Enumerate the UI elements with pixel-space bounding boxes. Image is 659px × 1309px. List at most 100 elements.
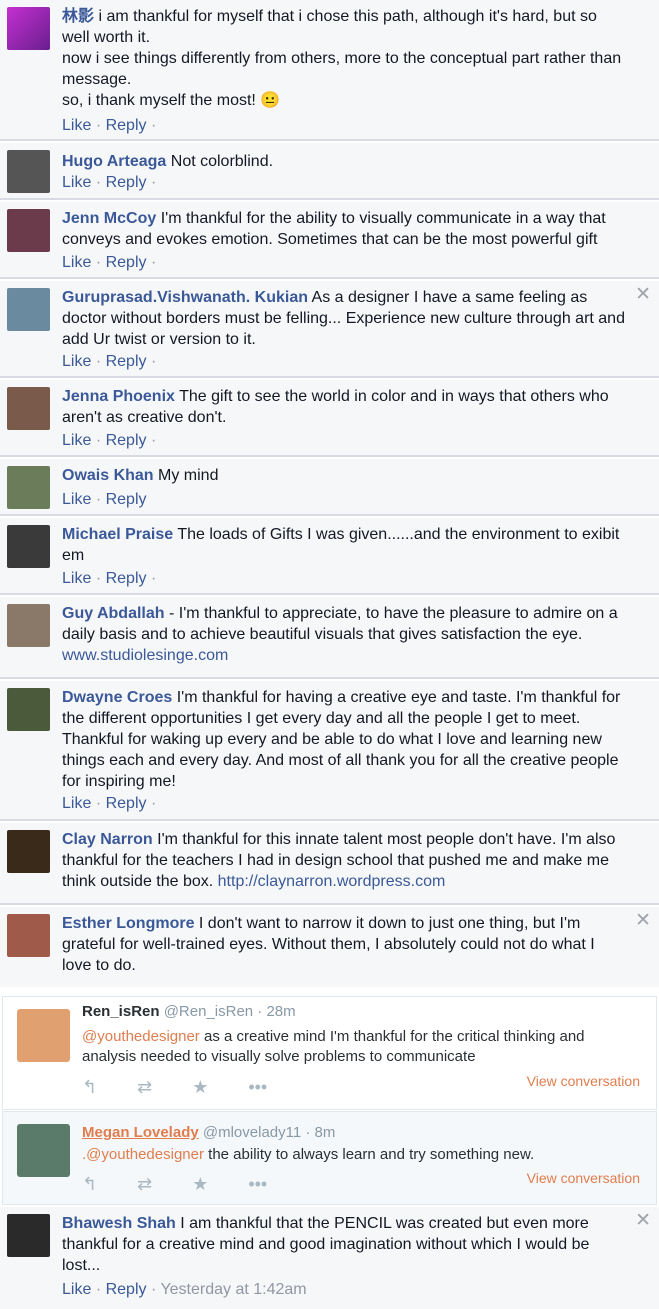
comment-actions: Like · Reply · Yesterday at 1:42am [62, 1281, 307, 1299]
separator: · [95, 117, 102, 134]
separator: · [150, 174, 157, 191]
reply-link[interactable]: Reply [106, 254, 147, 271]
view-conversation-link[interactable]: View conversation [527, 1073, 640, 1089]
comment: Hugo Arteaga Not colorblind. Like · Repl… [0, 143, 659, 200]
comment-body: Guruprasad.Vishwanath. Kukian As a desig… [62, 287, 627, 350]
tweet-handle[interactable]: @Ren_isRen · 28m [164, 1003, 296, 1020]
comment: Michael Praise The loads of Gifts I was … [0, 518, 659, 595]
avatar[interactable] [7, 7, 50, 50]
retweet-icon[interactable]: ⇄ [137, 1174, 152, 1195]
avatar[interactable] [7, 830, 50, 873]
like-link[interactable]: Like [62, 570, 91, 587]
separator: · [150, 1281, 157, 1298]
commenter-name[interactable]: Dwayne Croes [62, 689, 172, 706]
close-icon[interactable]: ✕ [635, 911, 651, 930]
avatar[interactable] [7, 1214, 50, 1257]
like-link[interactable]: Like [62, 491, 91, 508]
comment-body: Bhawesh Shah I am thankful that the PENC… [62, 1213, 627, 1276]
tweet-author[interactable]: Megan Lovelady [82, 1124, 199, 1141]
mention-link[interactable]: .@youthedesigner [82, 1146, 204, 1163]
like-link[interactable]: Like [62, 353, 91, 370]
separator: · [150, 254, 157, 271]
commenter-name[interactable]: 林影 [62, 8, 94, 25]
avatar[interactable] [17, 1124, 70, 1177]
avatar[interactable] [7, 209, 50, 252]
avatar[interactable] [7, 914, 50, 957]
reply-link[interactable]: Reply [106, 1281, 147, 1298]
comment-text: Not colorblind. [166, 153, 274, 170]
commenter-name[interactable]: Jenna Phoenix [62, 388, 175, 405]
more-icon[interactable]: ••• [248, 1174, 267, 1195]
separator: · [95, 795, 102, 812]
commenter-name[interactable]: Clay Narron [62, 831, 153, 848]
avatar[interactable] [7, 387, 50, 430]
commenter-name[interactable]: Guy Abdallah [62, 605, 165, 622]
website-link[interactable]: http://claynarron.wordpress.com [218, 873, 446, 890]
retweet-icon[interactable]: ⇄ [137, 1077, 152, 1098]
close-icon[interactable]: ✕ [635, 1211, 651, 1230]
tweet-header: Megan Lovelady @mlovelady11 · 8m [82, 1124, 335, 1141]
comment-body: Esther Longmore I don't want to narrow i… [62, 913, 627, 976]
reply-link[interactable]: Reply [106, 795, 147, 812]
commenter-name[interactable]: Guruprasad.Vishwanath. Kukian [62, 289, 308, 306]
like-link[interactable]: Like [62, 1281, 91, 1298]
reply-icon[interactable]: ↰ [82, 1077, 97, 1098]
view-conversation-link[interactable]: View conversation [527, 1170, 640, 1186]
comment: ✕ Esther Longmore I don't want to narrow… [0, 907, 659, 987]
separator: · [95, 491, 102, 508]
avatar[interactable] [17, 1009, 70, 1062]
commenter-name[interactable]: Jenn McCoy [62, 210, 156, 227]
reply-link[interactable]: Reply [106, 570, 147, 587]
comment-actions: Like · Reply · [62, 117, 156, 135]
comments-feed: 林影 i am thankful for myself that i chose… [0, 0, 659, 1309]
commenter-name[interactable]: Esther Longmore [62, 915, 194, 932]
avatar[interactable] [7, 288, 50, 331]
like-link[interactable]: Like [62, 174, 91, 191]
like-link[interactable]: Like [62, 254, 91, 271]
timestamp[interactable]: Yesterday at 1:42am [160, 1281, 306, 1298]
favorite-icon[interactable]: ★ [192, 1077, 208, 1098]
reply-link[interactable]: Reply [106, 491, 147, 508]
commenter-name[interactable]: Owais Khan [62, 467, 154, 484]
avatar[interactable] [7, 525, 50, 568]
like-link[interactable]: Like [62, 432, 91, 449]
tweet: Ren_isRen @Ren_isRen · 28m @youthedesign… [2, 996, 657, 1110]
avatar[interactable] [7, 688, 50, 731]
tweet-actions: ↰ ⇄ ★ ••• [82, 1174, 307, 1195]
commenter-name[interactable]: Hugo Arteaga [62, 153, 166, 170]
avatar[interactable] [7, 466, 50, 509]
comment-body: Guy Abdallah - I'm thankful to appreciat… [62, 603, 627, 666]
tweet-author[interactable]: Ren_isRen [82, 1003, 160, 1020]
comment: Clay Narron I'm thankful for this innate… [0, 823, 659, 905]
reply-icon[interactable]: ↰ [82, 1174, 97, 1195]
separator: · [95, 570, 102, 587]
tweet-text: .@youthedesigner the ability to always l… [82, 1145, 642, 1165]
tweet-handle[interactable]: @mlovelady11 · 8m [203, 1124, 336, 1141]
reply-link[interactable]: Reply [106, 117, 147, 134]
reply-link[interactable]: Reply [106, 174, 147, 191]
comment-actions: Like · Reply · [62, 795, 156, 813]
separator: · [150, 795, 157, 812]
commenter-name[interactable]: Michael Praise [62, 526, 173, 543]
comment-body: Clay Narron I'm thankful for this innate… [62, 829, 627, 892]
avatar[interactable] [7, 604, 50, 647]
commenter-name[interactable]: Bhawesh Shah [62, 1215, 176, 1232]
like-link[interactable]: Like [62, 117, 91, 134]
close-icon[interactable]: ✕ [635, 285, 651, 304]
like-link[interactable]: Like [62, 795, 91, 812]
reply-link[interactable]: Reply [106, 432, 147, 449]
comment: Jenn McCoy I'm thankful for the ability … [0, 202, 659, 279]
comment-body: Owais Khan My mind [62, 465, 627, 486]
reply-link[interactable]: Reply [106, 353, 147, 370]
separator: · [95, 353, 102, 370]
website-link[interactable]: www.studiolesinge.com [62, 647, 228, 664]
more-icon[interactable]: ••• [248, 1077, 267, 1098]
comment: ✕ Guruprasad.Vishwanath. Kukian As a des… [0, 281, 659, 378]
avatar[interactable] [7, 150, 50, 193]
comment-actions: Like · Reply · [62, 174, 156, 192]
favorite-icon[interactable]: ★ [192, 1174, 208, 1195]
comment-body: Jenn McCoy I'm thankful for the ability … [62, 208, 627, 250]
comment-body: Dwayne Croes I'm thankful for having a c… [62, 687, 627, 792]
separator: · [95, 254, 102, 271]
mention-link[interactable]: @youthedesigner [82, 1028, 200, 1045]
